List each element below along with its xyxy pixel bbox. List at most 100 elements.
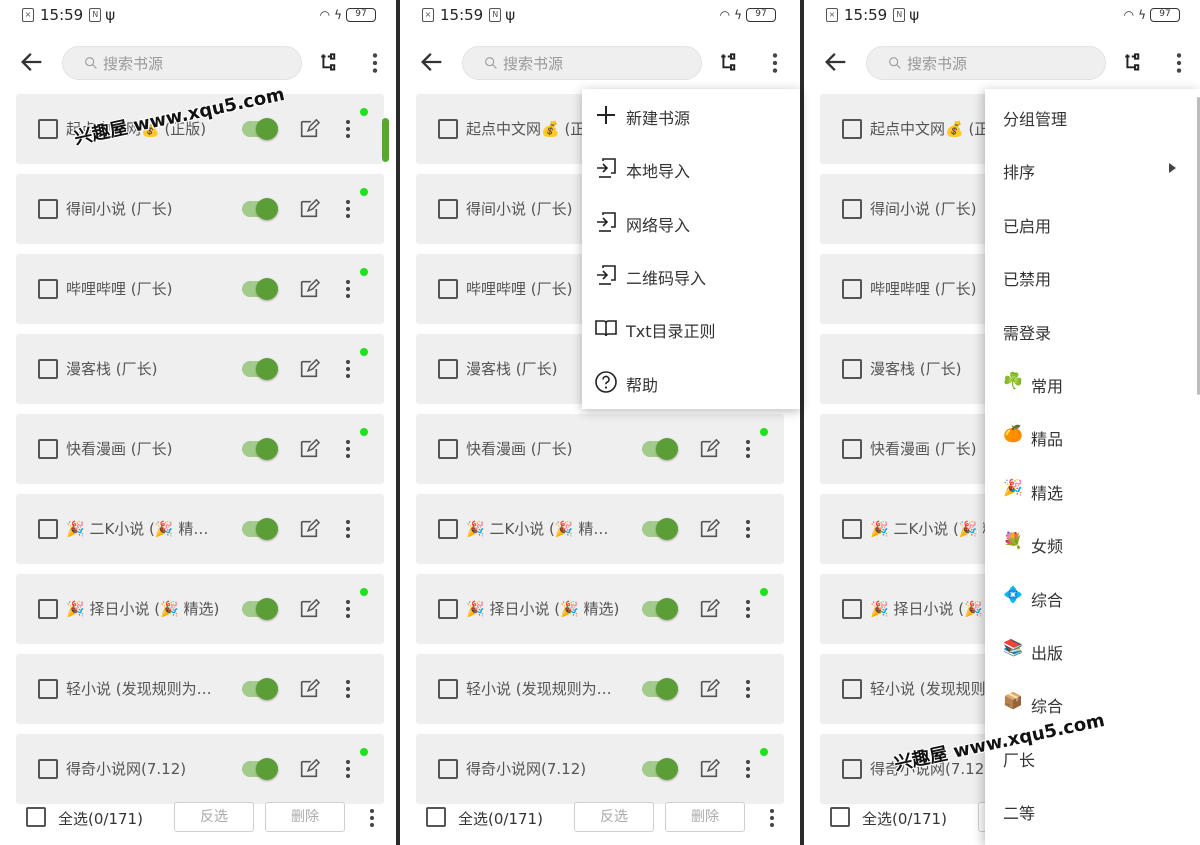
source-row[interactable]: 得间小说 (厂长) [16, 174, 384, 244]
menu-item[interactable]: 二等 [985, 783, 1200, 836]
row-checkbox[interactable] [438, 759, 458, 779]
row-more-icon[interactable] [338, 277, 358, 301]
row-checkbox[interactable] [38, 759, 58, 779]
source-row[interactable]: 轻小说 (发现规则为… [416, 654, 784, 724]
enable-switch[interactable] [242, 357, 278, 381]
enable-switch[interactable] [242, 197, 278, 221]
menu-item[interactable]: 🍊 精品 [985, 409, 1200, 462]
source-row[interactable]: 快看漫画 (厂长) [16, 414, 384, 484]
enable-switch[interactable] [642, 517, 678, 541]
enable-switch[interactable] [642, 597, 678, 621]
source-row[interactable]: 得奇小说网(7.12) [416, 734, 784, 804]
enable-switch[interactable] [242, 677, 278, 701]
row-more-icon[interactable] [338, 677, 358, 701]
row-checkbox[interactable] [38, 519, 58, 539]
row-checkbox[interactable] [842, 279, 862, 299]
row-more-icon[interactable] [338, 357, 358, 381]
group-tree-icon[interactable] [1122, 50, 1148, 76]
edit-icon[interactable] [298, 518, 320, 540]
enable-switch[interactable] [242, 757, 278, 781]
row-checkbox[interactable] [438, 679, 458, 699]
select-all-checkbox[interactable] [26, 807, 46, 827]
enable-switch[interactable] [642, 677, 678, 701]
enable-switch[interactable] [242, 517, 278, 541]
search-input[interactable]: 搜索书源 [462, 46, 702, 80]
edit-icon[interactable] [698, 678, 720, 700]
row-checkbox[interactable] [842, 359, 862, 379]
menu-item[interactable]: 新建书源 [582, 89, 800, 142]
row-checkbox[interactable] [38, 279, 58, 299]
menu-item[interactable]: 💐 女频 [985, 516, 1200, 569]
row-checkbox[interactable] [438, 199, 458, 219]
invert-selection-button[interactable]: 反选 [574, 802, 654, 832]
row-more-icon[interactable] [338, 437, 358, 461]
back-arrow-icon[interactable] [18, 48, 46, 76]
select-all-checkbox[interactable] [830, 807, 850, 827]
menu-item[interactable]: 已启用 [985, 196, 1200, 249]
enable-switch[interactable] [242, 277, 278, 301]
menu-item[interactable]: 🎉 精选 [985, 463, 1200, 516]
menu-item[interactable]: 本地导入 [582, 142, 800, 195]
row-checkbox[interactable] [438, 279, 458, 299]
row-checkbox[interactable] [38, 119, 58, 139]
back-arrow-icon[interactable] [418, 48, 446, 76]
select-all-label[interactable]: 全选(0/171) [458, 808, 543, 829]
row-checkbox[interactable] [842, 519, 862, 539]
row-checkbox[interactable] [438, 119, 458, 139]
menu-item[interactable]: 排序 [985, 142, 1200, 195]
menu-item[interactable]: 📚 出版 [985, 623, 1200, 676]
source-row[interactable]: 哔哩哔哩 (厂长) [16, 254, 384, 324]
row-checkbox[interactable] [842, 199, 862, 219]
row-checkbox[interactable] [438, 519, 458, 539]
enable-switch[interactable] [242, 117, 278, 141]
row-more-icon[interactable] [338, 517, 358, 541]
menu-item[interactable]: 需登录 [985, 303, 1200, 356]
select-all-label[interactable]: 全选(0/171) [58, 808, 143, 829]
more-vert-icon[interactable] [364, 50, 386, 76]
edit-icon[interactable] [698, 758, 720, 780]
menu-item[interactable]: 网络导入 [582, 196, 800, 249]
bottom-more-icon[interactable] [762, 806, 782, 830]
menu-item[interactable]: 分组管理 [985, 89, 1200, 142]
edit-icon[interactable] [298, 198, 320, 220]
row-checkbox[interactable] [842, 599, 862, 619]
menu-item[interactable]: 帮助 [582, 356, 800, 409]
row-checkbox[interactable] [842, 679, 862, 699]
row-more-icon[interactable] [338, 757, 358, 781]
group-tree-icon[interactable] [318, 50, 344, 76]
menu-item[interactable]: 二维码导入 [582, 249, 800, 302]
row-more-icon[interactable] [338, 117, 358, 141]
edit-icon[interactable] [298, 118, 320, 140]
source-row[interactable]: 🎉 择日小说 (🎉 精选) [16, 574, 384, 644]
row-checkbox[interactable] [842, 439, 862, 459]
source-row[interactable]: 快看漫画 (厂长) [416, 414, 784, 484]
edit-icon[interactable] [298, 678, 320, 700]
enable-switch[interactable] [242, 437, 278, 461]
source-row[interactable]: 漫客栈 (厂长) [16, 334, 384, 404]
edit-icon[interactable] [298, 278, 320, 300]
menu-item[interactable]: Txt目录正则 [582, 302, 800, 355]
row-checkbox[interactable] [38, 599, 58, 619]
delete-button[interactable]: 删除 [665, 802, 745, 832]
row-more-icon[interactable] [738, 757, 758, 781]
row-checkbox[interactable] [438, 359, 458, 379]
row-more-icon[interactable] [338, 597, 358, 621]
row-checkbox[interactable] [38, 199, 58, 219]
group-tree-icon[interactable] [718, 50, 744, 76]
bottom-more-icon[interactable] [362, 806, 382, 830]
source-row[interactable]: 🎉 二K小说 (🎉 精… [416, 494, 784, 564]
row-checkbox[interactable] [38, 679, 58, 699]
search-input[interactable]: 搜索书源 [62, 46, 302, 80]
search-input[interactable]: 搜索书源 [866, 46, 1106, 80]
enable-switch[interactable] [242, 597, 278, 621]
scrollbar[interactable] [382, 118, 389, 162]
menu-item[interactable]: 已禁用 [985, 249, 1200, 302]
menu-item[interactable]: ☘️ 常用 [985, 356, 1200, 409]
more-vert-icon[interactable] [764, 50, 786, 76]
source-row[interactable]: 🎉 二K小说 (🎉 精… [16, 494, 384, 564]
menu-item[interactable]: 💠 综合 [985, 570, 1200, 623]
back-arrow-icon[interactable] [822, 48, 850, 76]
source-row[interactable]: 轻小说 (发现规则为… [16, 654, 384, 724]
more-vert-icon[interactable] [1168, 50, 1190, 76]
edit-icon[interactable] [698, 598, 720, 620]
